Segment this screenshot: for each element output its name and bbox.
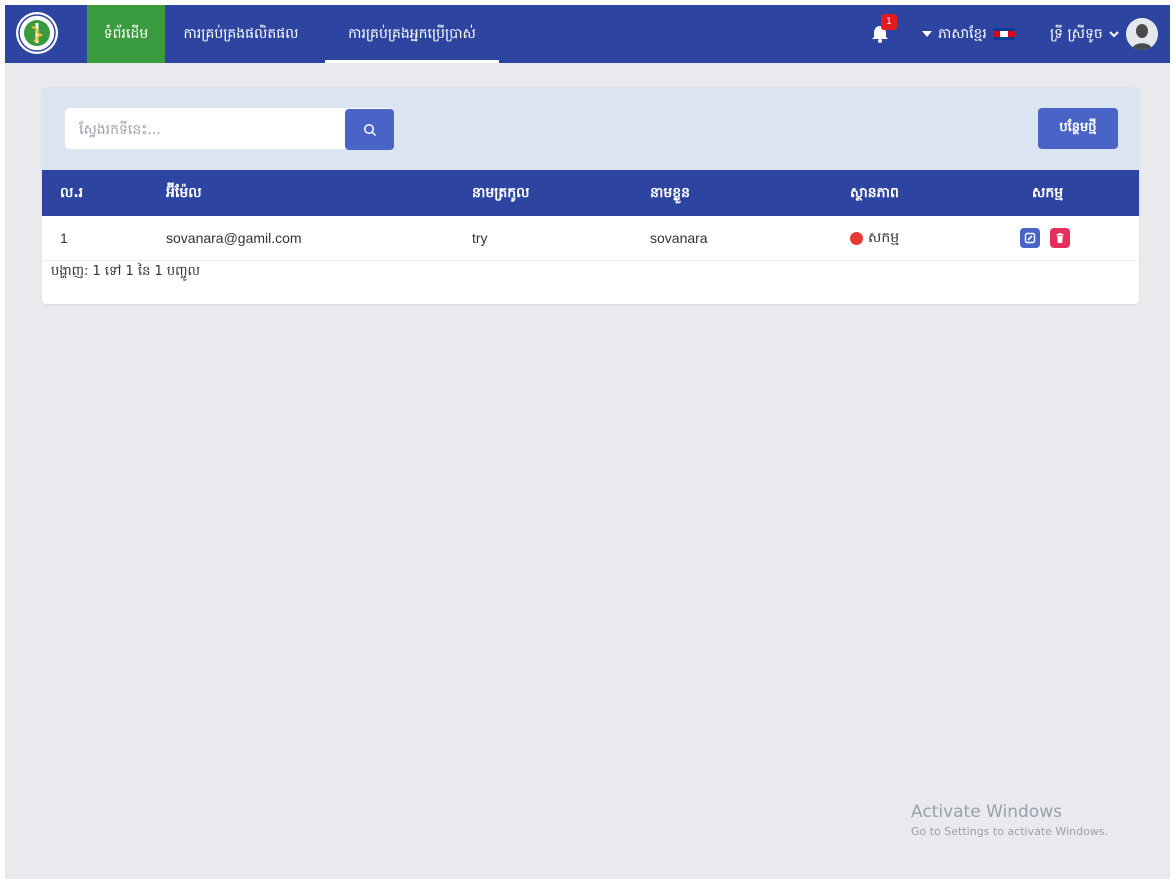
- cambodia-flag-icon: [992, 28, 1015, 40]
- header-status: ស្ថានភាព: [850, 184, 899, 201]
- nav-users[interactable]: ការគ្រប់គ្រងអ្នកប្រើប្រាស់: [325, 5, 499, 63]
- user-name: ទ្រី ស្រីទូច: [1050, 25, 1103, 42]
- trash-icon: [1056, 233, 1064, 243]
- pharmacy-logo-icon: [18, 14, 56, 52]
- watermark-title: Activate Windows: [911, 802, 1062, 822]
- cell-email: sovanara@gamil.com: [166, 230, 302, 246]
- cell-status: សកម្ម: [850, 216, 899, 260]
- search-button[interactable]: [345, 109, 394, 150]
- navbar: ទំព័រដើម ការគ្រប់គ្រងផលិតផល ការគ្រប់គ្រង…: [5, 5, 1170, 63]
- add-new-button[interactable]: បន្ថែមថ្មី: [1038, 108, 1118, 149]
- search-input[interactable]: [77, 108, 341, 151]
- edit-button[interactable]: [1020, 228, 1040, 248]
- nav-products[interactable]: ការគ្រប់គ្រងផលិតផល: [171, 5, 311, 63]
- cell-no: 1: [60, 230, 68, 246]
- app-logo[interactable]: [16, 12, 58, 54]
- delete-button[interactable]: [1050, 228, 1070, 248]
- pagination-info: បង្ហាញ: 1 ទៅ 1 នៃ 1 បញ្ចូល: [51, 264, 200, 279]
- search-icon: [363, 123, 376, 136]
- header-no: ល.រ: [60, 184, 84, 201]
- watermark-subtitle: Go to Settings to activate Windows.: [911, 825, 1109, 838]
- header-email: អ៊ីម៉ែល: [166, 184, 202, 201]
- language-label: ភាសាខ្មែរ: [938, 25, 987, 42]
- notification-badge: 1: [881, 14, 897, 30]
- header-last-name: នាមត្រកូល: [472, 184, 530, 201]
- caret-down-icon: [922, 31, 932, 37]
- status-dot-icon: [850, 231, 863, 245]
- language-selector[interactable]: ភាសាខ្មែរ: [922, 5, 1015, 63]
- toolbar: បន្ថែមថ្មី: [42, 87, 1139, 170]
- avatar[interactable]: [1126, 18, 1158, 50]
- active-tab-indicator: [325, 60, 499, 63]
- windows-activation-watermark: Activate Windows Go to Settings to activ…: [911, 802, 1108, 838]
- chevron-down-icon: [1109, 31, 1119, 38]
- table-row: 1 sovanara@gamil.com try sovanara សកម្ម: [42, 216, 1139, 261]
- nav-home[interactable]: ទំព័រដើម: [87, 5, 165, 63]
- header-first-name: នាមខ្លួន: [650, 184, 690, 201]
- cell-last-name: try: [472, 230, 488, 246]
- cell-first-name: sovanara: [650, 230, 708, 246]
- status-label: សកម្ម: [868, 229, 900, 246]
- user-menu[interactable]: ទ្រី ស្រីទូច: [1050, 5, 1119, 63]
- app-root: ទំព័រដើម ការគ្រប់គ្រងផលិតផល ការគ្រប់គ្រង…: [5, 5, 1170, 879]
- table-header: ល.រ អ៊ីម៉ែល នាមត្រកូល នាមខ្លួន ស្ថានភាព …: [42, 170, 1139, 216]
- edit-icon: [1024, 232, 1036, 244]
- header-actions: សកម្ម: [1032, 184, 1064, 201]
- search-box: [64, 107, 394, 151]
- users-card: បន្ថែមថ្មី ល.រ អ៊ីម៉ែល នាមត្រកូល នាមខ្លួ…: [42, 87, 1139, 304]
- user-avatar-icon: [1126, 18, 1158, 50]
